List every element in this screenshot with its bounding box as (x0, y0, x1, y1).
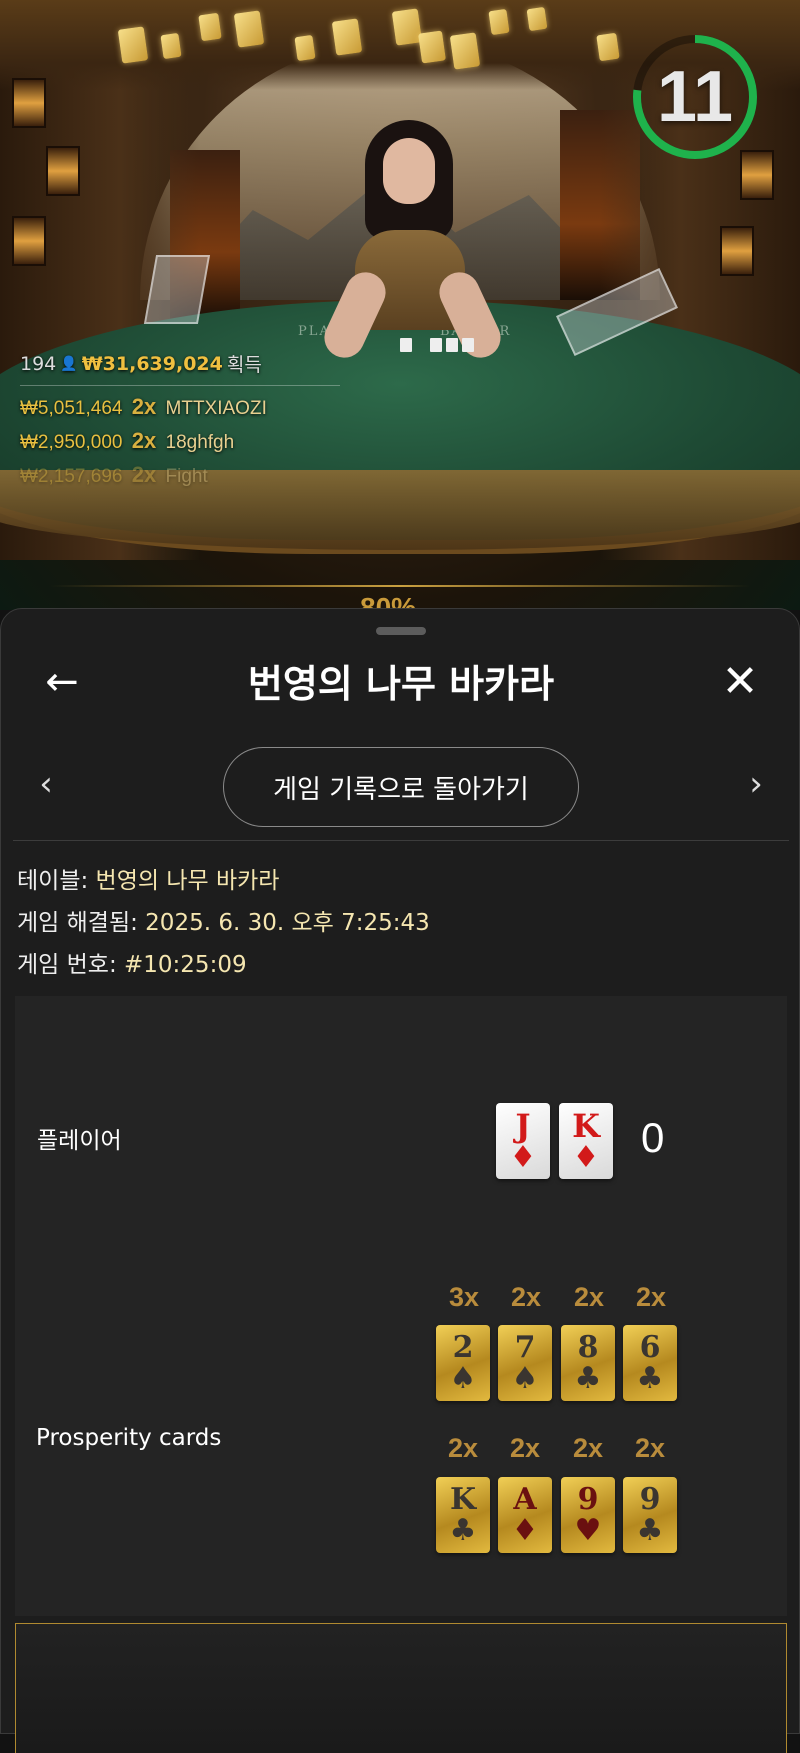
spade-icon: ♠ (511, 1361, 539, 1396)
card-multiplier: 2x (572, 1433, 604, 1463)
club-icon: ♣ (636, 1513, 664, 1548)
gold-leaf (198, 12, 222, 42)
countdown-timer: 11 (630, 32, 760, 162)
back-button[interactable]: ← (39, 659, 85, 705)
winner-row: ₩2,157,696 2x Fight (20, 462, 340, 488)
diamond-icon: ♦ (511, 1513, 539, 1548)
card-rank: 6 (639, 1330, 661, 1365)
table-card (430, 338, 442, 352)
winner-name: 18ghfgh (165, 432, 235, 453)
card-rank: 2 (452, 1330, 474, 1365)
winner-amount: ₩2,950,000 (20, 432, 123, 453)
card-multiplier: 2x (509, 1433, 541, 1463)
table-card (462, 338, 474, 352)
chevron-right-icon: › (749, 764, 763, 804)
prosperity-card: 9 ♥ (561, 1477, 615, 1553)
winner-row: ₩2,950,000 2x 18ghfgh (20, 428, 340, 454)
info-resolved-value: 2025. 6. 30. 오후 7:25:43 (145, 910, 430, 936)
winners-total-suffix: 획득 (226, 354, 262, 376)
card-rank: 7 (514, 1330, 536, 1365)
divider (13, 840, 789, 841)
person-icon: 👤 (60, 355, 78, 372)
card-rank: K (449, 1482, 477, 1517)
live-video-stream: PLAYER BANKER 11 194 👤 ₩31,639,024 획득 ₩5… (0, 0, 800, 610)
winner-name: Fight (165, 466, 208, 487)
arrow-left-icon: ← (45, 659, 79, 705)
info-resolved-label: 게임 해결됨: (17, 910, 146, 936)
info-number-value: #10:25:09 (124, 952, 247, 978)
dealer-face (383, 138, 435, 204)
gold-leaf (526, 6, 548, 32)
prosperity-cards: 2 ♠ 7 ♠ 8 ♣ 6 ♣ 2x 2x 2x 2x K ♣ A ♦ 9 ♥ … (14, 995, 786, 1615)
club-icon: ♣ (449, 1513, 477, 1548)
winner-row: ₩5,051,464 2x MTTXIAOZI (20, 394, 340, 420)
close-icon: ✕ (721, 656, 759, 707)
prosperity-card: 8 ♣ (561, 1325, 615, 1401)
gold-leaf (331, 18, 363, 56)
winners-total-amount: ₩31,639,024 (81, 352, 223, 375)
dealer (317, 120, 508, 365)
gold-leaf (160, 32, 182, 60)
lantern (46, 146, 80, 196)
prosperity-card: A ♦ (498, 1477, 552, 1553)
timer-seconds: 11 (656, 57, 734, 137)
gold-leaf (294, 34, 316, 62)
heart-icon: ♥ (574, 1513, 602, 1548)
winners-total: 194 👤 ₩31,639,024 획득 (20, 350, 340, 386)
info-table-label: 테이블: (17, 868, 96, 894)
gold-leaf (117, 26, 149, 64)
chevron-left-icon: ‹ (39, 764, 53, 804)
info-number-label: 게임 번호: (17, 952, 125, 978)
winner-count: 194 (20, 352, 57, 375)
spade-icon: ♠ (449, 1361, 477, 1396)
card-rank: 8 (577, 1330, 599, 1365)
winner-multiplier: 2x (131, 462, 157, 487)
gold-leaf (233, 10, 265, 48)
gold-leaf (449, 32, 481, 70)
table-card (446, 338, 458, 352)
winner-multiplier: 2x (131, 428, 157, 453)
panel-title: 번영의 나무 바카라 (247, 662, 555, 706)
card-rank: 9 (577, 1482, 599, 1517)
card-rank: A (513, 1482, 537, 1517)
next-game-button[interactable]: › (739, 767, 773, 801)
card-multiplier: 2x (634, 1433, 666, 1463)
lantern (720, 226, 754, 276)
winner-amount: ₩5,051,464 (20, 398, 123, 419)
winners-panel: 194 👤 ₩31,639,024 획득 ₩5,051,464 2x MTTXI… (20, 350, 340, 488)
info-table: 테이블: 번영의 나무 바카라 (17, 861, 279, 895)
winner-name: MTTXIAOZI (165, 398, 267, 419)
gold-leaf (488, 8, 510, 36)
prosperity-card: 6 ♣ (623, 1325, 677, 1401)
prosperity-card: 2 ♠ (436, 1325, 490, 1401)
lantern (12, 216, 46, 266)
info-table-value: 번영의 나무 바카라 (95, 868, 280, 894)
gold-leaf (391, 8, 423, 46)
card-rank: 9 (639, 1482, 661, 1517)
prosperity-card: K ♣ (436, 1477, 490, 1553)
winner-multiplier: 2x (131, 394, 157, 419)
winner-amount: ₩2,157,696 (20, 466, 123, 487)
gold-divider (50, 585, 750, 587)
info-resolved: 게임 해결됨: 2025. 6. 30. 오후 7:25:43 (17, 903, 430, 937)
gold-leaf (418, 30, 446, 64)
info-game-number: 게임 번호: #10:25:09 (17, 945, 247, 979)
close-button[interactable]: ✕ (717, 659, 763, 705)
prosperity-card: 9 ♣ (623, 1477, 677, 1553)
previous-game-button[interactable]: ‹ (29, 767, 63, 801)
back-to-history-button[interactable]: 게임 기록으로 돌아가기 (223, 747, 579, 827)
prosperity-card: 7 ♠ (498, 1325, 552, 1401)
club-icon: ♣ (574, 1361, 602, 1396)
table-card (400, 338, 412, 352)
club-icon: ♣ (636, 1361, 664, 1396)
drag-handle[interactable] (376, 627, 426, 635)
lantern (12, 78, 46, 128)
card-multiplier: 2x (447, 1433, 479, 1463)
gold-leaf (596, 32, 620, 62)
